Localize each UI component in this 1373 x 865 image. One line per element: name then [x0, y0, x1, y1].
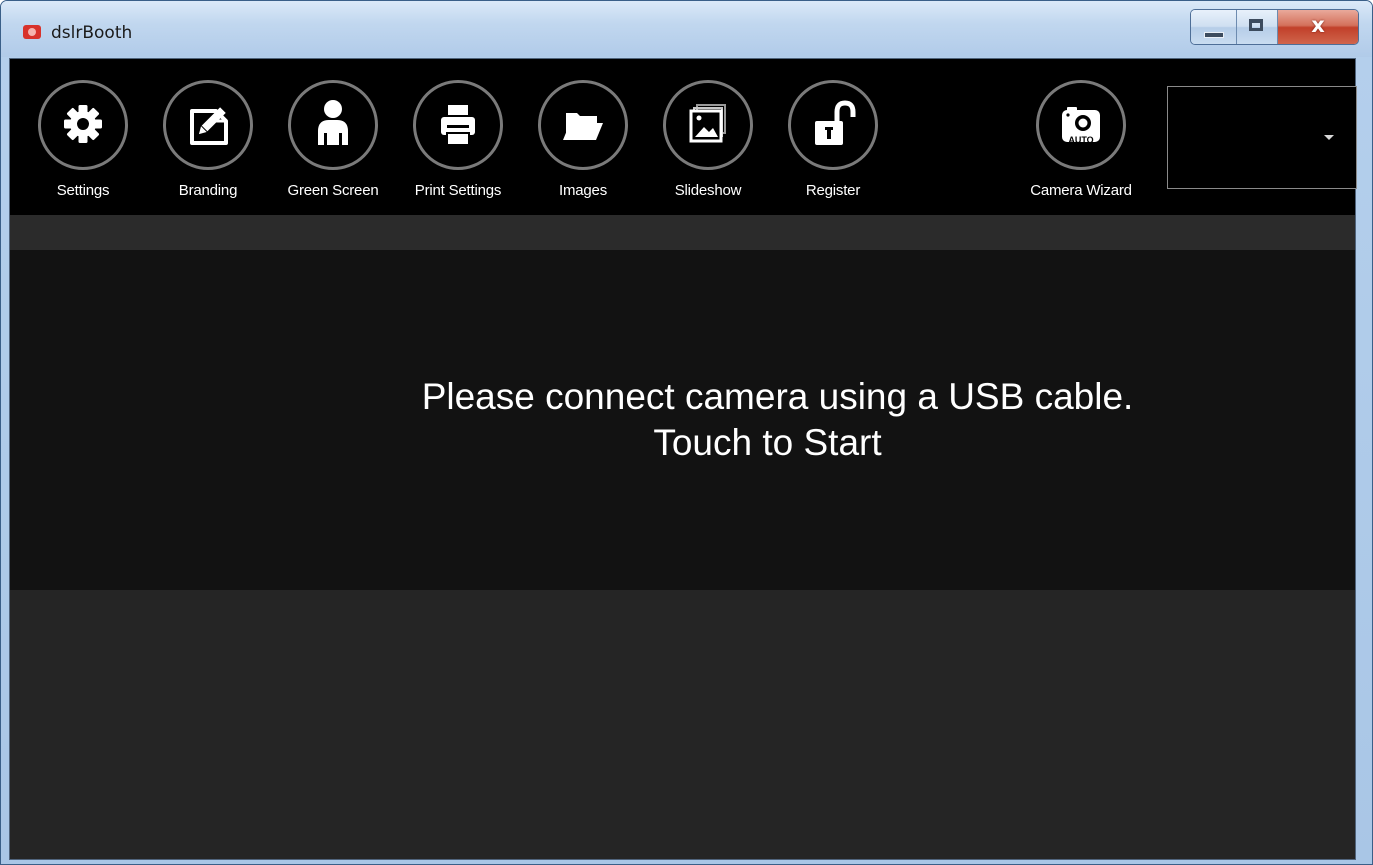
caption-buttons: x [1190, 9, 1359, 45]
register-label: Register [805, 182, 861, 199]
settings-button[interactable]: Settings [21, 80, 145, 199]
close-icon: x [1311, 13, 1325, 37]
green-screen-label: Green Screen [287, 182, 379, 199]
main-toolbar: Settings Branding Green Screen Print Set… [10, 59, 1357, 215]
dslrbooth-app-icon[interactable] [23, 25, 41, 39]
print-settings-label: Print Settings [414, 182, 502, 199]
maximize-button[interactable] [1237, 10, 1278, 44]
images-button[interactable]: Images [521, 80, 645, 199]
register-button[interactable]: Register [771, 80, 895, 199]
slideshow-button[interactable]: Slideshow [646, 80, 770, 199]
unlocked-padlock-icon [788, 80, 878, 170]
app-client-area: Settings Branding Green Screen Print Set… [9, 58, 1357, 860]
camera-wizard-button[interactable]: AUTO Camera Wizard [1019, 80, 1143, 199]
green-screen-button[interactable]: Green Screen [271, 80, 395, 199]
slideshow-label: Slideshow [674, 182, 742, 199]
lower-panel [10, 590, 1355, 859]
connect-camera-message: Please connect camera using a USB cable. [421, 376, 1134, 417]
camera-auto-icon: AUTO [1036, 80, 1126, 170]
camera-select-dropdown[interactable] [1167, 86, 1357, 189]
toolbar-separator-strip [10, 215, 1355, 250]
app-window: dslrBooth x Settings Branding Green Scre… [0, 0, 1373, 865]
minimize-button[interactable] [1191, 10, 1237, 44]
branding-pencil-icon [163, 80, 253, 170]
folder-icon [538, 80, 628, 170]
minimize-icon [1204, 32, 1224, 38]
settings-label: Settings [56, 182, 110, 199]
gear-icon [38, 80, 128, 170]
print-settings-button[interactable]: Print Settings [396, 80, 520, 199]
person-icon [288, 80, 378, 170]
camera-wizard-label: Camera Wizard [1030, 182, 1132, 199]
printer-icon [413, 80, 503, 170]
close-button[interactable]: x [1278, 10, 1358, 44]
touch-to-start-message[interactable]: Touch to Start [10, 422, 1355, 464]
maximize-icon [1249, 19, 1263, 31]
branding-button[interactable]: Branding [146, 80, 270, 199]
branding-label: Branding [178, 182, 238, 199]
window-title: dslrBooth [51, 23, 133, 43]
slideshow-icon [663, 80, 753, 170]
chevron-down-icon [1324, 135, 1334, 140]
images-label: Images [559, 182, 607, 199]
camera-message-panel[interactable]: Please connect camera using a USB cable.… [10, 250, 1355, 590]
camera-auto-badge: AUTO [1068, 135, 1094, 145]
title-bar[interactable]: dslrBooth x [1, 1, 1372, 57]
